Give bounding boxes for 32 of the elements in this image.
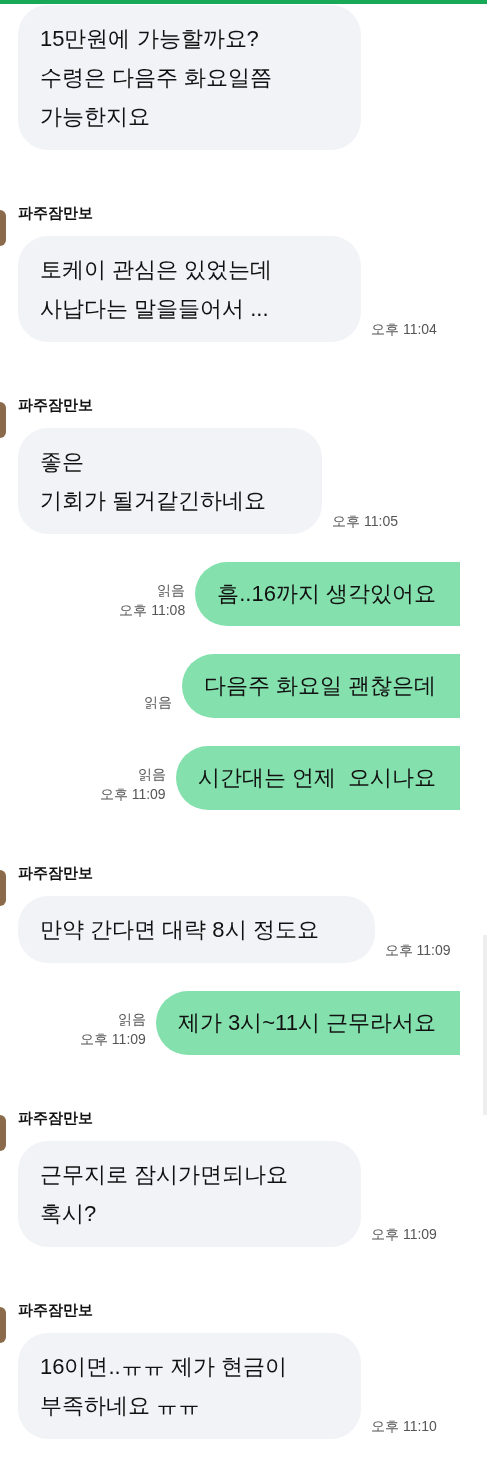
avatar[interactable]	[0, 870, 6, 906]
sender-name: 파주잠만보	[18, 394, 93, 415]
sender-name: 파주잠만보	[18, 1299, 93, 1320]
message-time: 오후 11:09	[371, 1225, 437, 1244]
message-time: 오후 11:05	[332, 512, 398, 531]
message-bubble: 근무지로 잠시가면되나요 혹시?	[18, 1141, 361, 1247]
read-receipt: 읽음	[143, 693, 172, 712]
message-time: 오후 11:09	[79, 1030, 146, 1049]
message-bubble: 만약 간다면 대략 8시 정도요	[18, 896, 375, 963]
avatar[interactable]	[0, 1115, 6, 1151]
sender-name: 파주잠만보	[18, 862, 93, 883]
avatar[interactable]	[0, 402, 6, 438]
message-bubble: 15만원에 가능할까요? 수령은 다음주 화요일쯤 가능한지요	[18, 5, 361, 150]
message-time: 오후 11:09	[384, 941, 451, 960]
avatar[interactable]	[0, 1307, 6, 1343]
message-bubble: 토케이 관심은 있었는데 사납다는 말을들어서 ...	[18, 236, 361, 342]
message-bubble: 흠..16까지 생각있어요	[195, 562, 460, 626]
read-receipt: 읽음	[137, 765, 166, 784]
message-bubble: 16이면..ㅠㅠ 제가 현금이 부족하네요 ㅠㅠ	[18, 1333, 361, 1439]
sender-name: 파주잠만보	[18, 202, 93, 223]
message-time: 오후 11:08	[119, 601, 186, 620]
message-bubble: 제가 3시~11시 근무라서요	[155, 991, 460, 1055]
avatar[interactable]	[0, 210, 6, 246]
message-bubble: 좋은 기회가 될거같긴하네요	[18, 428, 323, 534]
message-time: 오후 11:09	[99, 785, 166, 804]
message-bubble: 시간대는 언제 오시나요	[175, 746, 460, 810]
sender-name: 파주잠만보	[18, 1107, 93, 1128]
message-time: 오후 11:04	[371, 320, 437, 339]
read-receipt: 읽음	[157, 581, 186, 600]
message-bubble: 다음주 화요일 괜찮은데	[181, 654, 460, 718]
message-time: 오후 11:10	[371, 1417, 437, 1436]
read-receipt: 읽음	[117, 1010, 146, 1029]
